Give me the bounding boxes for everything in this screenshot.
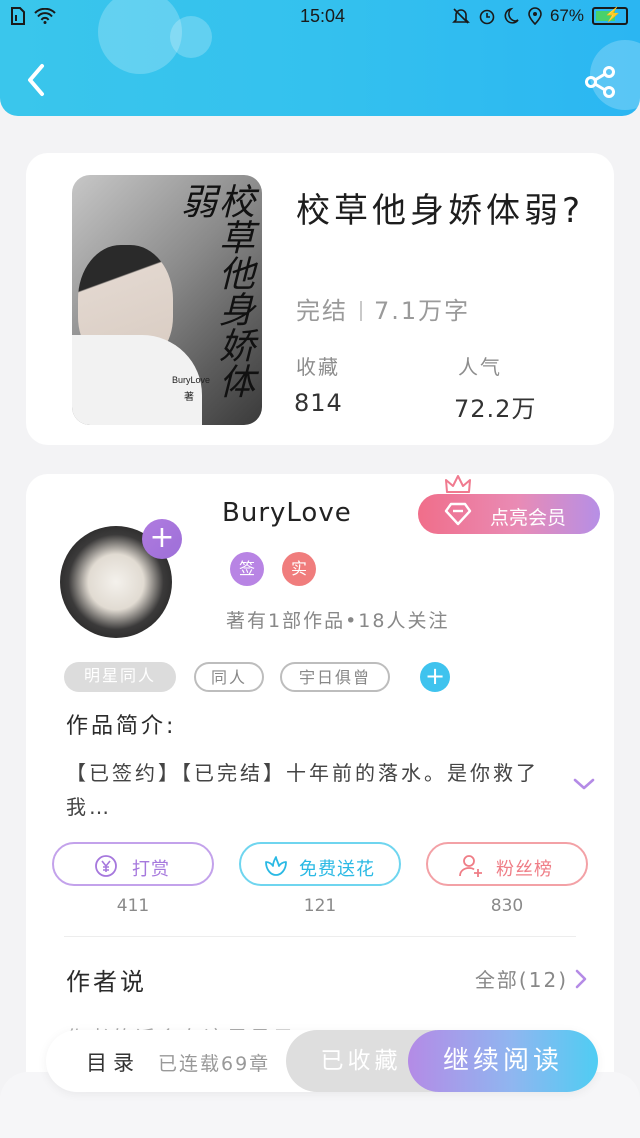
author-name[interactable]: BuryLove — [222, 498, 352, 528]
flower-icon — [265, 856, 287, 876]
favorites-value: 814 — [294, 389, 343, 417]
add-tag-button[interactable]: + — [420, 662, 450, 692]
moon-icon — [504, 7, 519, 24]
battery-icon: ⚡ — [592, 6, 628, 25]
mute-bell-icon — [452, 8, 470, 24]
send-flower-label: 免费送花 — [299, 859, 375, 880]
chevron-down-icon[interactable] — [572, 776, 596, 792]
flower-count: 121 — [303, 896, 337, 916]
tip-label: 打赏 — [132, 859, 170, 880]
continue-reading-button[interactable]: 继续阅读 — [408, 1030, 598, 1092]
author-says-title: 作者说 — [66, 968, 147, 996]
toc-button[interactable]: 目录 — [86, 1047, 140, 1077]
crown-icon — [445, 475, 471, 493]
intro-title: 作品简介: — [66, 714, 177, 739]
status-right: 67% ⚡ — [452, 6, 628, 26]
vip-button[interactable]: 点亮会员 — [418, 494, 600, 534]
tag-item[interactable]: 宇日俱曾 — [280, 662, 390, 692]
status-left — [10, 7, 56, 25]
tag-item[interactable]: 同人 — [194, 662, 264, 692]
location-icon — [528, 7, 542, 25]
sim-icon — [11, 7, 25, 25]
tag-item[interactable]: 明星同人 — [64, 662, 176, 692]
follow-button[interactable]: + — [142, 519, 182, 559]
send-flower-button[interactable]: 免费送花 — [239, 842, 401, 886]
chevron-left-icon — [28, 64, 44, 96]
share-button[interactable] — [582, 64, 618, 100]
fans-icon — [459, 855, 482, 877]
yen-icon — [95, 855, 117, 877]
book-completion: 完结 — [296, 297, 348, 325]
vip-label: 点亮会员 — [490, 507, 567, 529]
fan-count: 830 — [490, 896, 524, 916]
bottom-action-bar: 目录 已连载69章 已收藏 继续阅读 — [46, 1030, 598, 1092]
wifi-icon — [34, 8, 56, 24]
book-info-card: 校草他身娇体弱 BuryLove 著 校草他身娇体弱? 完结 7.1万字 收藏 8… — [26, 153, 614, 445]
tip-count: 411 — [116, 896, 150, 916]
book-title: 校草他身娇体弱? — [296, 191, 585, 231]
status-time: 15:04 — [300, 6, 346, 26]
author-works: 著有1部作品•18人关注 — [226, 610, 450, 632]
divider — [64, 936, 576, 937]
diamond-icon — [444, 502, 472, 526]
intro-text: 【已签约】【已完结】十年前的落水。是你救了我… — [66, 761, 539, 819]
signed-badge: 签 — [230, 552, 264, 586]
alarm-icon — [479, 9, 495, 25]
popularity-label: 人气 — [458, 355, 502, 379]
share-icon — [585, 66, 615, 98]
status-divider — [360, 301, 362, 321]
cover-title: 校草他身娇体弱 — [175, 183, 254, 399]
popularity-value: 72.2万 — [454, 395, 537, 423]
author-says-all-link[interactable]: 全部(12) — [475, 964, 588, 993]
back-button[interactable] — [22, 62, 52, 98]
book-cover[interactable]: 校草他身娇体弱 BuryLove 著 — [72, 175, 262, 425]
cover-author: BuryLove — [172, 375, 211, 385]
verified-badge: 实 — [282, 552, 316, 586]
serial-status: 已连载69章 — [158, 1053, 271, 1075]
book-status: 完结 7.1万字 — [296, 291, 470, 326]
fan-ranking-button[interactable]: 粉丝榜 — [426, 842, 588, 886]
author-says-all-label: 全部(12) — [474, 968, 568, 992]
cover-zhu: 著 — [184, 392, 194, 403]
status-bar: 15:04 67% ⚡ — [0, 0, 640, 34]
battery-percent: 67% — [549, 6, 584, 25]
favorites-label: 收藏 — [296, 355, 340, 379]
header: 15:04 67% ⚡ — [0, 0, 640, 116]
tip-button[interactable]: 打赏 — [52, 842, 214, 886]
book-word-count: 7.1万字 — [374, 297, 471, 325]
fan-ranking-label: 粉丝榜 — [496, 859, 553, 880]
chevron-right-icon — [575, 969, 587, 988]
